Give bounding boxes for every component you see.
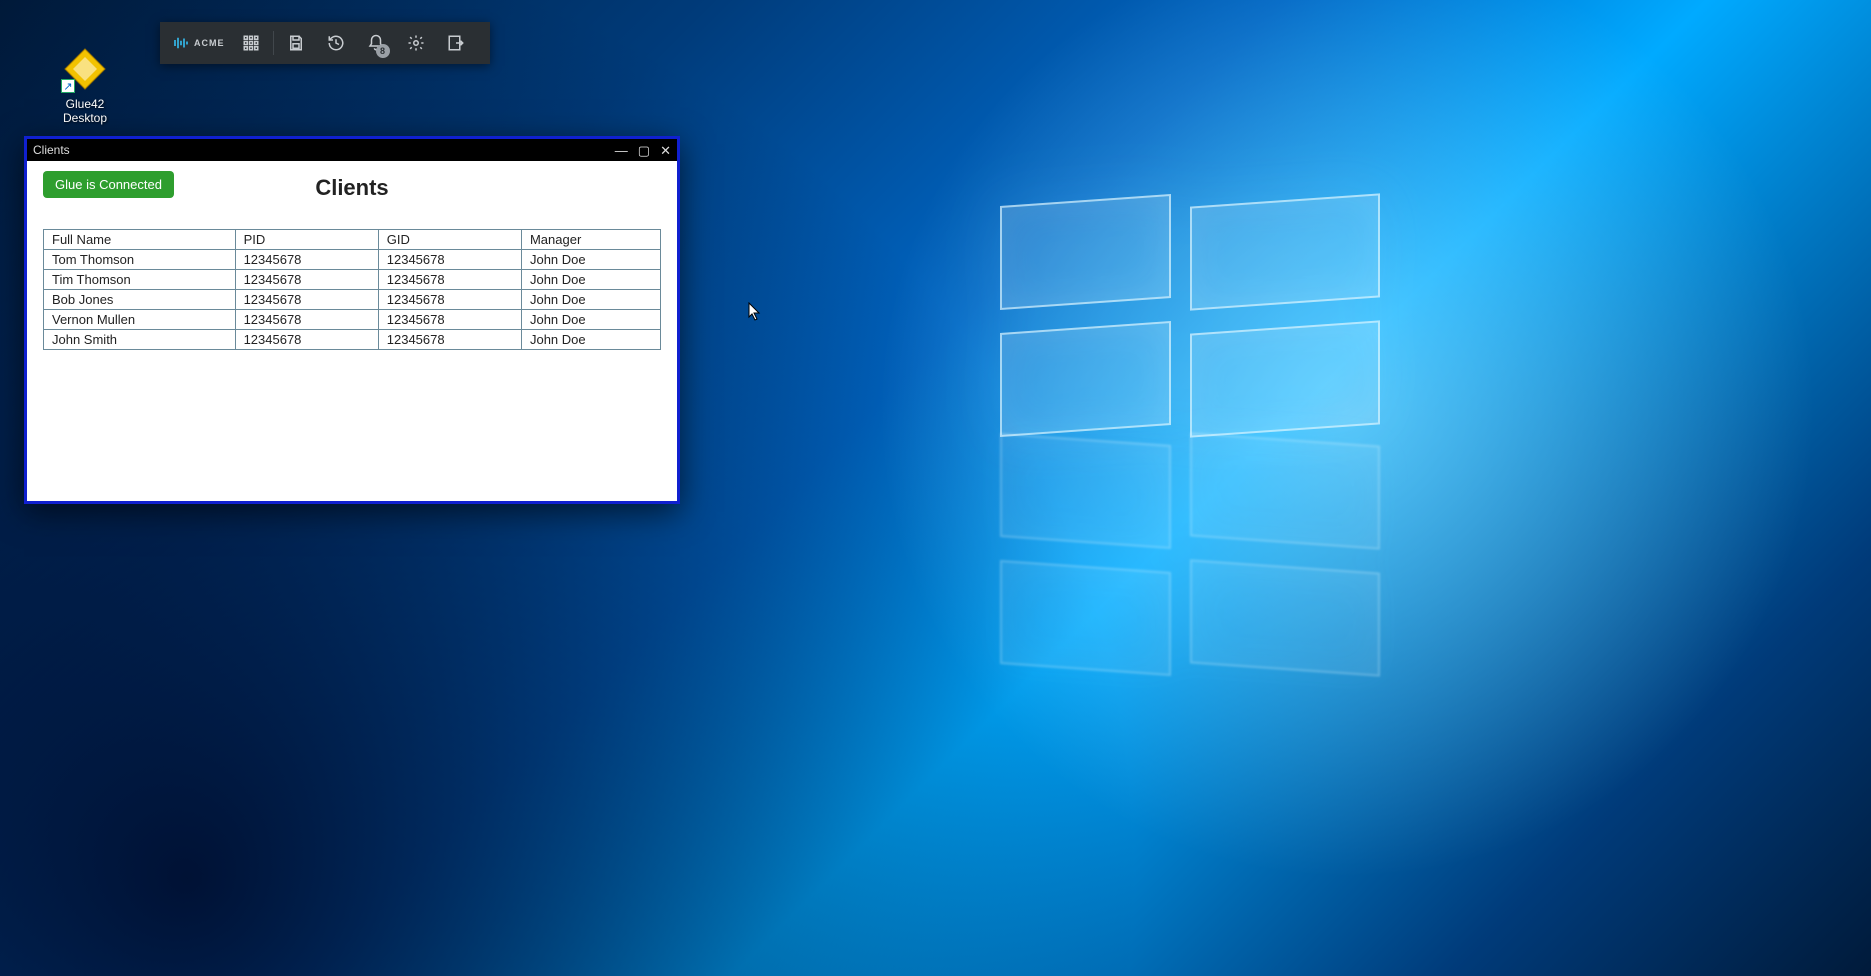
cell-manager: John Doe — [521, 310, 660, 330]
maximize-button[interactable]: ▢ — [638, 144, 650, 157]
history-button[interactable] — [316, 22, 356, 64]
exit-icon — [447, 34, 465, 52]
clients-window: Clients — ▢ ✕ Glue is Connected Clients … — [24, 136, 680, 504]
desktop-icon-label: Glue42 — [66, 97, 105, 111]
window-title: Clients — [33, 143, 70, 157]
notification-badge: 8 — [376, 44, 390, 58]
history-icon — [327, 34, 345, 52]
shortcut-arrow-icon: ↗ — [61, 79, 75, 93]
cell-name: Bob Jones — [44, 290, 236, 310]
cell-gid: 12345678 — [378, 330, 521, 350]
cell-gid: 12345678 — [378, 250, 521, 270]
glue42-icon: ↗ — [61, 45, 109, 93]
cell-pid: 12345678 — [235, 290, 378, 310]
table-row[interactable]: Bob Jones1234567812345678John Doe — [44, 290, 661, 310]
glue42-toolbar: ACME 8 — [160, 22, 490, 64]
table-header-row: Full Name PID GID Manager — [44, 230, 661, 250]
cell-name: Tim Thomson — [44, 270, 236, 290]
table-row[interactable]: Tom Thomson1234567812345678John Doe — [44, 250, 661, 270]
cell-manager: John Doe — [521, 290, 660, 310]
desktop-icon-label2: Desktop — [63, 111, 107, 125]
exit-button[interactable] — [436, 22, 476, 64]
col-manager[interactable]: Manager — [521, 230, 660, 250]
titlebar[interactable]: Clients — ▢ ✕ — [27, 139, 677, 161]
desktop-background[interactable]: ↗ Glue42 Desktop ACME — [0, 0, 1871, 976]
cell-gid: 12345678 — [378, 290, 521, 310]
grid-icon — [242, 34, 260, 52]
cell-manager: John Doe — [521, 270, 660, 290]
cell-name: Tom Thomson — [44, 250, 236, 270]
save-button[interactable] — [276, 22, 316, 64]
toolbar-brand[interactable]: ACME — [166, 34, 231, 52]
connection-status-badge: Glue is Connected — [43, 171, 174, 198]
minimize-button[interactable]: — — [615, 144, 628, 157]
windows-logo — [1000, 200, 1380, 430]
mouse-cursor-icon — [748, 302, 762, 322]
clients-table: Full Name PID GID Manager Tom Thomson123… — [43, 229, 661, 350]
brand-label: ACME — [194, 38, 225, 48]
close-button[interactable]: ✕ — [660, 144, 671, 157]
cell-pid: 12345678 — [235, 330, 378, 350]
cell-name: John Smith — [44, 330, 236, 350]
cell-gid: 12345678 — [378, 310, 521, 330]
cell-manager: John Doe — [521, 330, 660, 350]
cell-name: Vernon Mullen — [44, 310, 236, 330]
window-body: Glue is Connected Clients Full Name PID … — [27, 161, 677, 501]
cell-gid: 12345678 — [378, 270, 521, 290]
save-icon — [287, 34, 305, 52]
brand-bars-icon — [172, 34, 190, 52]
desktop-icon-glue42[interactable]: ↗ Glue42 Desktop — [45, 45, 125, 125]
apps-button[interactable] — [231, 22, 271, 64]
table-row[interactable]: Vernon Mullen1234567812345678John Doe — [44, 310, 661, 330]
col-gid[interactable]: GID — [378, 230, 521, 250]
cell-pid: 12345678 — [235, 310, 378, 330]
col-pid[interactable]: PID — [235, 230, 378, 250]
windows-logo-reflection — [1000, 440, 1380, 670]
table-row[interactable]: John Smith1234567812345678John Doe — [44, 330, 661, 350]
toolbar-separator — [273, 31, 274, 55]
notifications-button[interactable]: 8 — [356, 22, 396, 64]
cell-pid: 12345678 — [235, 250, 378, 270]
gear-icon — [407, 34, 425, 52]
settings-button[interactable] — [396, 22, 436, 64]
cell-pid: 12345678 — [235, 270, 378, 290]
table-row[interactable]: Tim Thomson1234567812345678John Doe — [44, 270, 661, 290]
col-fullname[interactable]: Full Name — [44, 230, 236, 250]
cell-manager: John Doe — [521, 250, 660, 270]
